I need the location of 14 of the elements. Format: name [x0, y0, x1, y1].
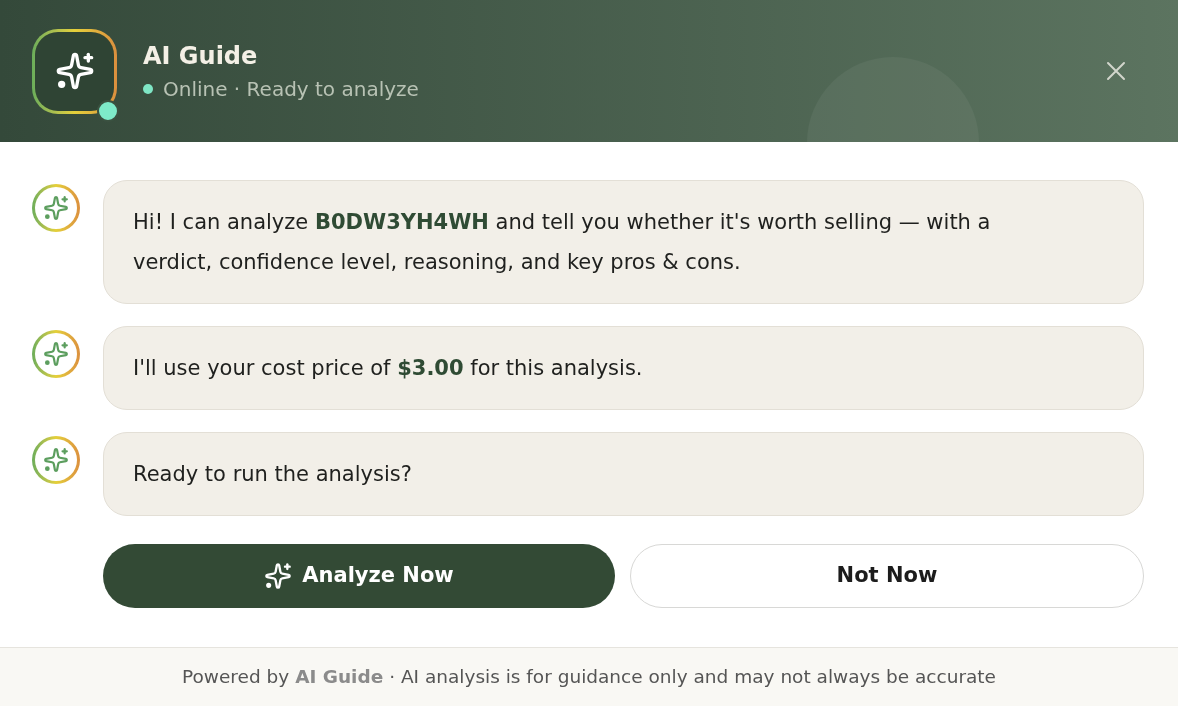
- sparkles-icon: [264, 562, 293, 590]
- dismiss-button[interactable]: Not Now: [630, 544, 1144, 608]
- message-text: Ready to run the analysis?: [133, 461, 413, 488]
- sparkles-avatar-icon: [32, 436, 80, 484]
- message-text: Hi! I can analyze B0DW3YH4WH and tell you whether it's worth selling — with a verdict, confidence level, reasoning, and key pros & cons.: [133, 209, 992, 276]
- footer-text: Powered by AI Guide · AI analysis is for guidance only and may not always be accurate: [182, 665, 996, 690]
- sparkles-avatar-icon: [32, 184, 80, 232]
- assistant-title: AI Guide: [143, 41, 259, 71]
- message-text: I'll use your cost price of $3.00 for this analysis.: [133, 355, 644, 382]
- sparkles-avatar-icon: [32, 330, 80, 378]
- close-icon: [1106, 61, 1126, 81]
- analyze-button[interactable]: Analyze Now: [103, 544, 615, 608]
- sparkles-logo-icon: [32, 28, 117, 114]
- status-text: Online · Ready to analyze: [163, 77, 419, 101]
